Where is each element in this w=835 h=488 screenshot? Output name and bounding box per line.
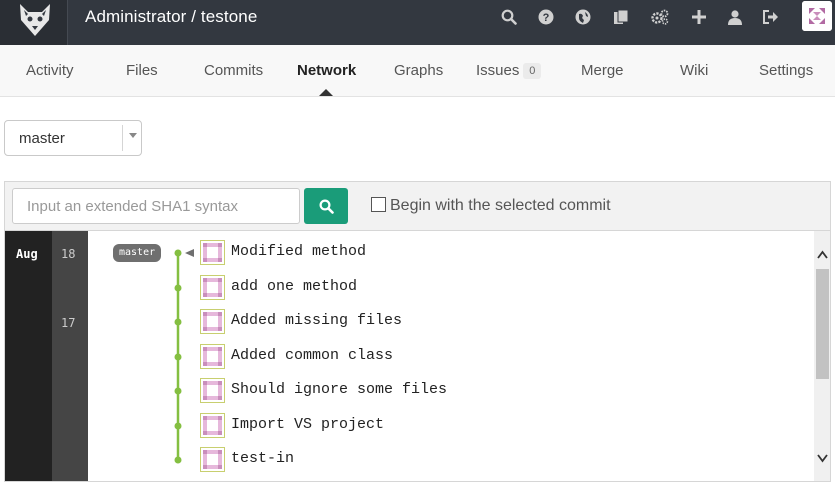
commit-message: Modified method xyxy=(231,243,367,260)
snippets-icon[interactable] xyxy=(610,6,632,28)
commit-graph-lines xyxy=(174,249,194,464)
top-header: Administrator / testone ? xyxy=(0,0,835,45)
svg-text:?: ? xyxy=(543,12,550,24)
active-tab-indicator xyxy=(319,89,333,96)
tab-settings[interactable]: Settings xyxy=(759,62,813,80)
commit-message: Import VS project xyxy=(231,416,385,433)
sha-search-input[interactable] xyxy=(12,188,300,224)
page-title[interactable]: Administrator / testone xyxy=(85,7,257,27)
commit-author-avatar xyxy=(200,447,225,472)
logout-icon[interactable] xyxy=(760,6,782,28)
tab-issues-label: Issues xyxy=(476,62,520,79)
search-icon xyxy=(318,198,334,214)
tab-activity[interactable]: Activity xyxy=(26,62,74,80)
profile-icon[interactable] xyxy=(724,6,746,28)
commit-node xyxy=(174,422,182,430)
commit-node xyxy=(174,387,182,395)
commit-message: test-in xyxy=(231,450,295,467)
scroll-up-icon[interactable] xyxy=(817,249,828,261)
network-search-bar: Begin with the selected commit xyxy=(4,181,831,230)
commit-node xyxy=(174,249,182,257)
vertical-scrollbar[interactable] xyxy=(814,231,830,481)
admin-settings-icon[interactable] xyxy=(649,6,671,28)
gitlab-fox-logo-icon xyxy=(20,4,50,36)
scroll-down-icon[interactable] xyxy=(817,452,828,464)
chevron-down-icon xyxy=(129,133,137,138)
begin-with-selected-label: Begin with the selected commit xyxy=(390,197,611,214)
commit-node xyxy=(174,456,182,464)
commit-message: Should ignore some files xyxy=(231,381,448,398)
new-icon[interactable] xyxy=(688,6,710,28)
commit-message: Added common class xyxy=(231,347,394,364)
tab-files[interactable]: Files xyxy=(126,62,158,80)
avatar[interactable] xyxy=(802,1,832,31)
explore-icon[interactable] xyxy=(572,6,594,28)
search-button[interactable] xyxy=(304,188,348,224)
tab-merge[interactable]: Merge xyxy=(581,62,624,80)
commit-author-avatar xyxy=(200,413,225,438)
help-icon[interactable]: ? xyxy=(535,6,557,28)
commit-message: Added missing files xyxy=(231,312,403,329)
tab-graphs[interactable]: Graphs xyxy=(394,62,443,80)
tab-commits[interactable]: Commits xyxy=(204,62,263,80)
commit-author-avatar xyxy=(200,240,225,265)
commit-author-avatar xyxy=(200,378,225,403)
commit-author-avatar xyxy=(200,309,225,334)
commit-node xyxy=(174,318,182,326)
branch-select[interactable]: master xyxy=(4,120,142,156)
logo[interactable] xyxy=(0,0,68,45)
network-graph: Aug 18 17 master Modified method add one… xyxy=(4,230,831,482)
tab-issues[interactable]: Issues 0 xyxy=(476,62,542,80)
commit-author-avatar xyxy=(200,344,225,369)
tab-wiki[interactable]: Wiki xyxy=(680,62,708,80)
commit-node xyxy=(174,284,182,292)
branch-select-divider xyxy=(122,125,123,151)
branch-select-value: master xyxy=(19,130,65,147)
begin-with-selected-checkbox[interactable] xyxy=(371,197,386,212)
issues-count-badge: 0 xyxy=(523,63,542,79)
project-nav-tabs: Activity Files Commits Network Graphs Is… xyxy=(0,45,835,97)
commit-node xyxy=(174,353,182,361)
branch-tag-master[interactable]: master xyxy=(113,244,162,262)
tab-network[interactable]: Network xyxy=(297,62,356,80)
search-icon[interactable] xyxy=(498,6,520,28)
commit-author-avatar xyxy=(200,275,225,300)
commit-message: add one method xyxy=(231,278,358,295)
scrollbar-thumb[interactable] xyxy=(816,269,829,379)
